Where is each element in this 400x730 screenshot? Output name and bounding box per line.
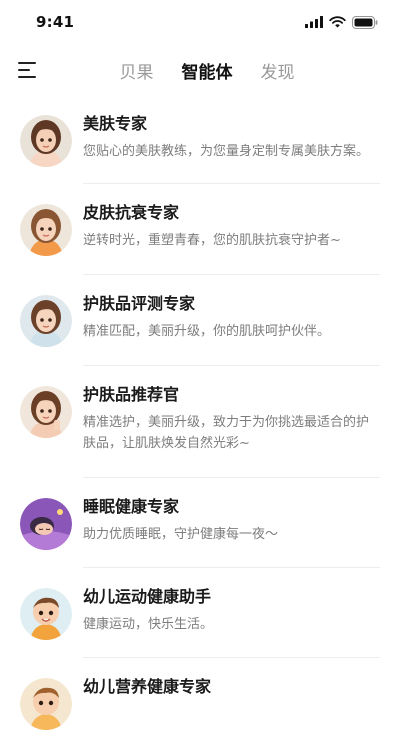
- tab-beiguo[interactable]: 贝果: [120, 58, 154, 83]
- agent-avatar: [20, 588, 72, 640]
- agent-item[interactable]: 护肤品推荐官 精准选护，美丽升级，致力于为你挑选最适合的护肤品，让肌肤焕发自然光…: [0, 366, 400, 478]
- status-time: 9:41: [36, 13, 75, 31]
- agent-avatar: [20, 204, 72, 256]
- agent-name: 护肤品评测专家: [83, 294, 196, 313]
- agent-description: 助力优质睡眠，守护健康每一夜～: [83, 527, 279, 542]
- tab-agents[interactable]: 智能体: [182, 58, 233, 83]
- top-nav: 贝果 智能体 发现: [0, 50, 400, 90]
- agent-item[interactable]: 护肤品评测专家 精准匹配，美丽升级，你的肌肤呵护伙伴。: [0, 275, 400, 366]
- agent-description: 您贴心的美肤教练，为您量身定制专属美肤方案。: [83, 144, 370, 159]
- agent-item[interactable]: 美肤专家 您贴心的美肤教练，为您量身定制专属美肤方案。: [0, 95, 400, 184]
- agent-description: 健康运动，快乐生活。: [83, 617, 214, 632]
- agent-description: 逆转时光，重塑青春，您的肌肤抗衰守护者~: [83, 233, 341, 248]
- menu-icon[interactable]: [18, 61, 38, 79]
- agent-description: 精准匹配，美丽升级，你的肌肤呵护伙伴。: [83, 324, 331, 339]
- agent-item[interactable]: 皮肤抗衰专家 逆转时光，重塑青春，您的肌肤抗衰守护者~: [0, 184, 400, 275]
- wifi-icon: [329, 16, 346, 28]
- agent-avatar: [20, 386, 72, 438]
- agent-name: 护肤品推荐官: [83, 385, 180, 404]
- agent-item[interactable]: 幼儿营养健康专家: [0, 658, 400, 730]
- status-icons: [305, 15, 378, 29]
- signal-icon: [305, 16, 323, 28]
- agent-item[interactable]: 幼儿运动健康助手 健康运动，快乐生活。: [0, 568, 400, 658]
- agent-avatar: [20, 295, 72, 347]
- agent-item[interactable]: 睡眠健康专家 助力优质睡眠，守护健康每一夜～: [0, 478, 400, 568]
- tab-discover[interactable]: 发现: [261, 58, 295, 83]
- agent-name: 皮肤抗衰专家: [83, 203, 180, 222]
- agent-description: 精准选护，美丽升级，致力于为你挑选最适合的护肤品，让肌肤焕发自然光彩~: [83, 415, 370, 451]
- tab-bar: 贝果 智能体 发现: [0, 50, 400, 90]
- status-bar: 9:41: [0, 0, 400, 44]
- agent-avatar: [20, 498, 72, 550]
- battery-icon: [352, 15, 378, 29]
- agent-name: 美肤专家: [83, 114, 148, 133]
- agent-name: 睡眠健康专家: [83, 497, 180, 516]
- agent-avatar: [20, 678, 72, 730]
- agent-name: 幼儿营养健康专家: [83, 677, 212, 696]
- agent-avatar: [20, 115, 72, 167]
- agent-list: 美肤专家 您贴心的美肤教练，为您量身定制专属美肤方案。 皮肤抗衰专家 逆转时光，…: [0, 95, 400, 730]
- agent-name: 幼儿运动健康助手: [83, 587, 212, 606]
